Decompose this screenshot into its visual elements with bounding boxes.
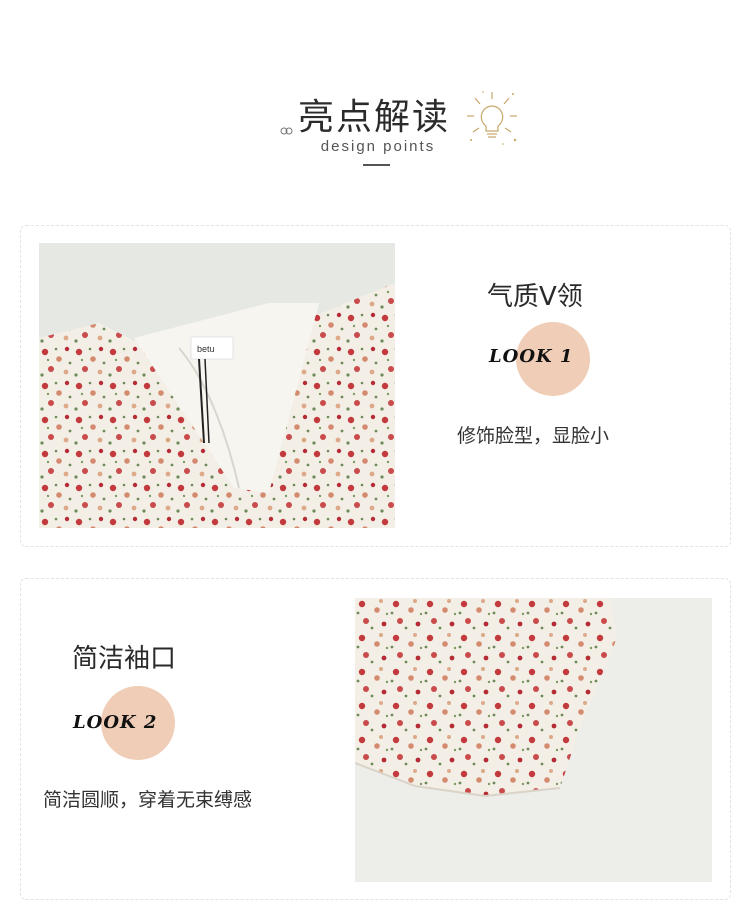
feature-title: 气质V领 [487, 282, 583, 312]
feature-card-neckline: betu 气质V领 LOOK 1 修饰脸型，显脸小 [20, 225, 731, 547]
feature-title: 简洁袖口 [72, 644, 177, 674]
look-label: LOOK 2 [73, 712, 158, 733]
cuff-photo [355, 598, 712, 882]
feature-description: 简洁圆顺，穿着无束缚感 [43, 789, 253, 811]
page-subtitle: design points [320, 138, 436, 155]
section-header: 亮点解读 design points [0, 0, 750, 200]
garment-tag-label: betu [197, 344, 215, 354]
page-title: 亮点解读 [298, 97, 451, 138]
feature-card-cuff: 简洁袖口 LOOK 2 简洁圆顺，穿着无束缚感 [20, 578, 731, 900]
feature-description: 修饰脸型，显脸小 [457, 425, 610, 447]
floral-cuff-illustration [355, 598, 712, 882]
neckline-photo: betu [39, 243, 395, 528]
title-underline [363, 164, 390, 166]
floral-neckline-illustration: betu [39, 243, 395, 528]
look-label: LOOK 1 [489, 346, 574, 367]
rings-icon [280, 127, 293, 135]
